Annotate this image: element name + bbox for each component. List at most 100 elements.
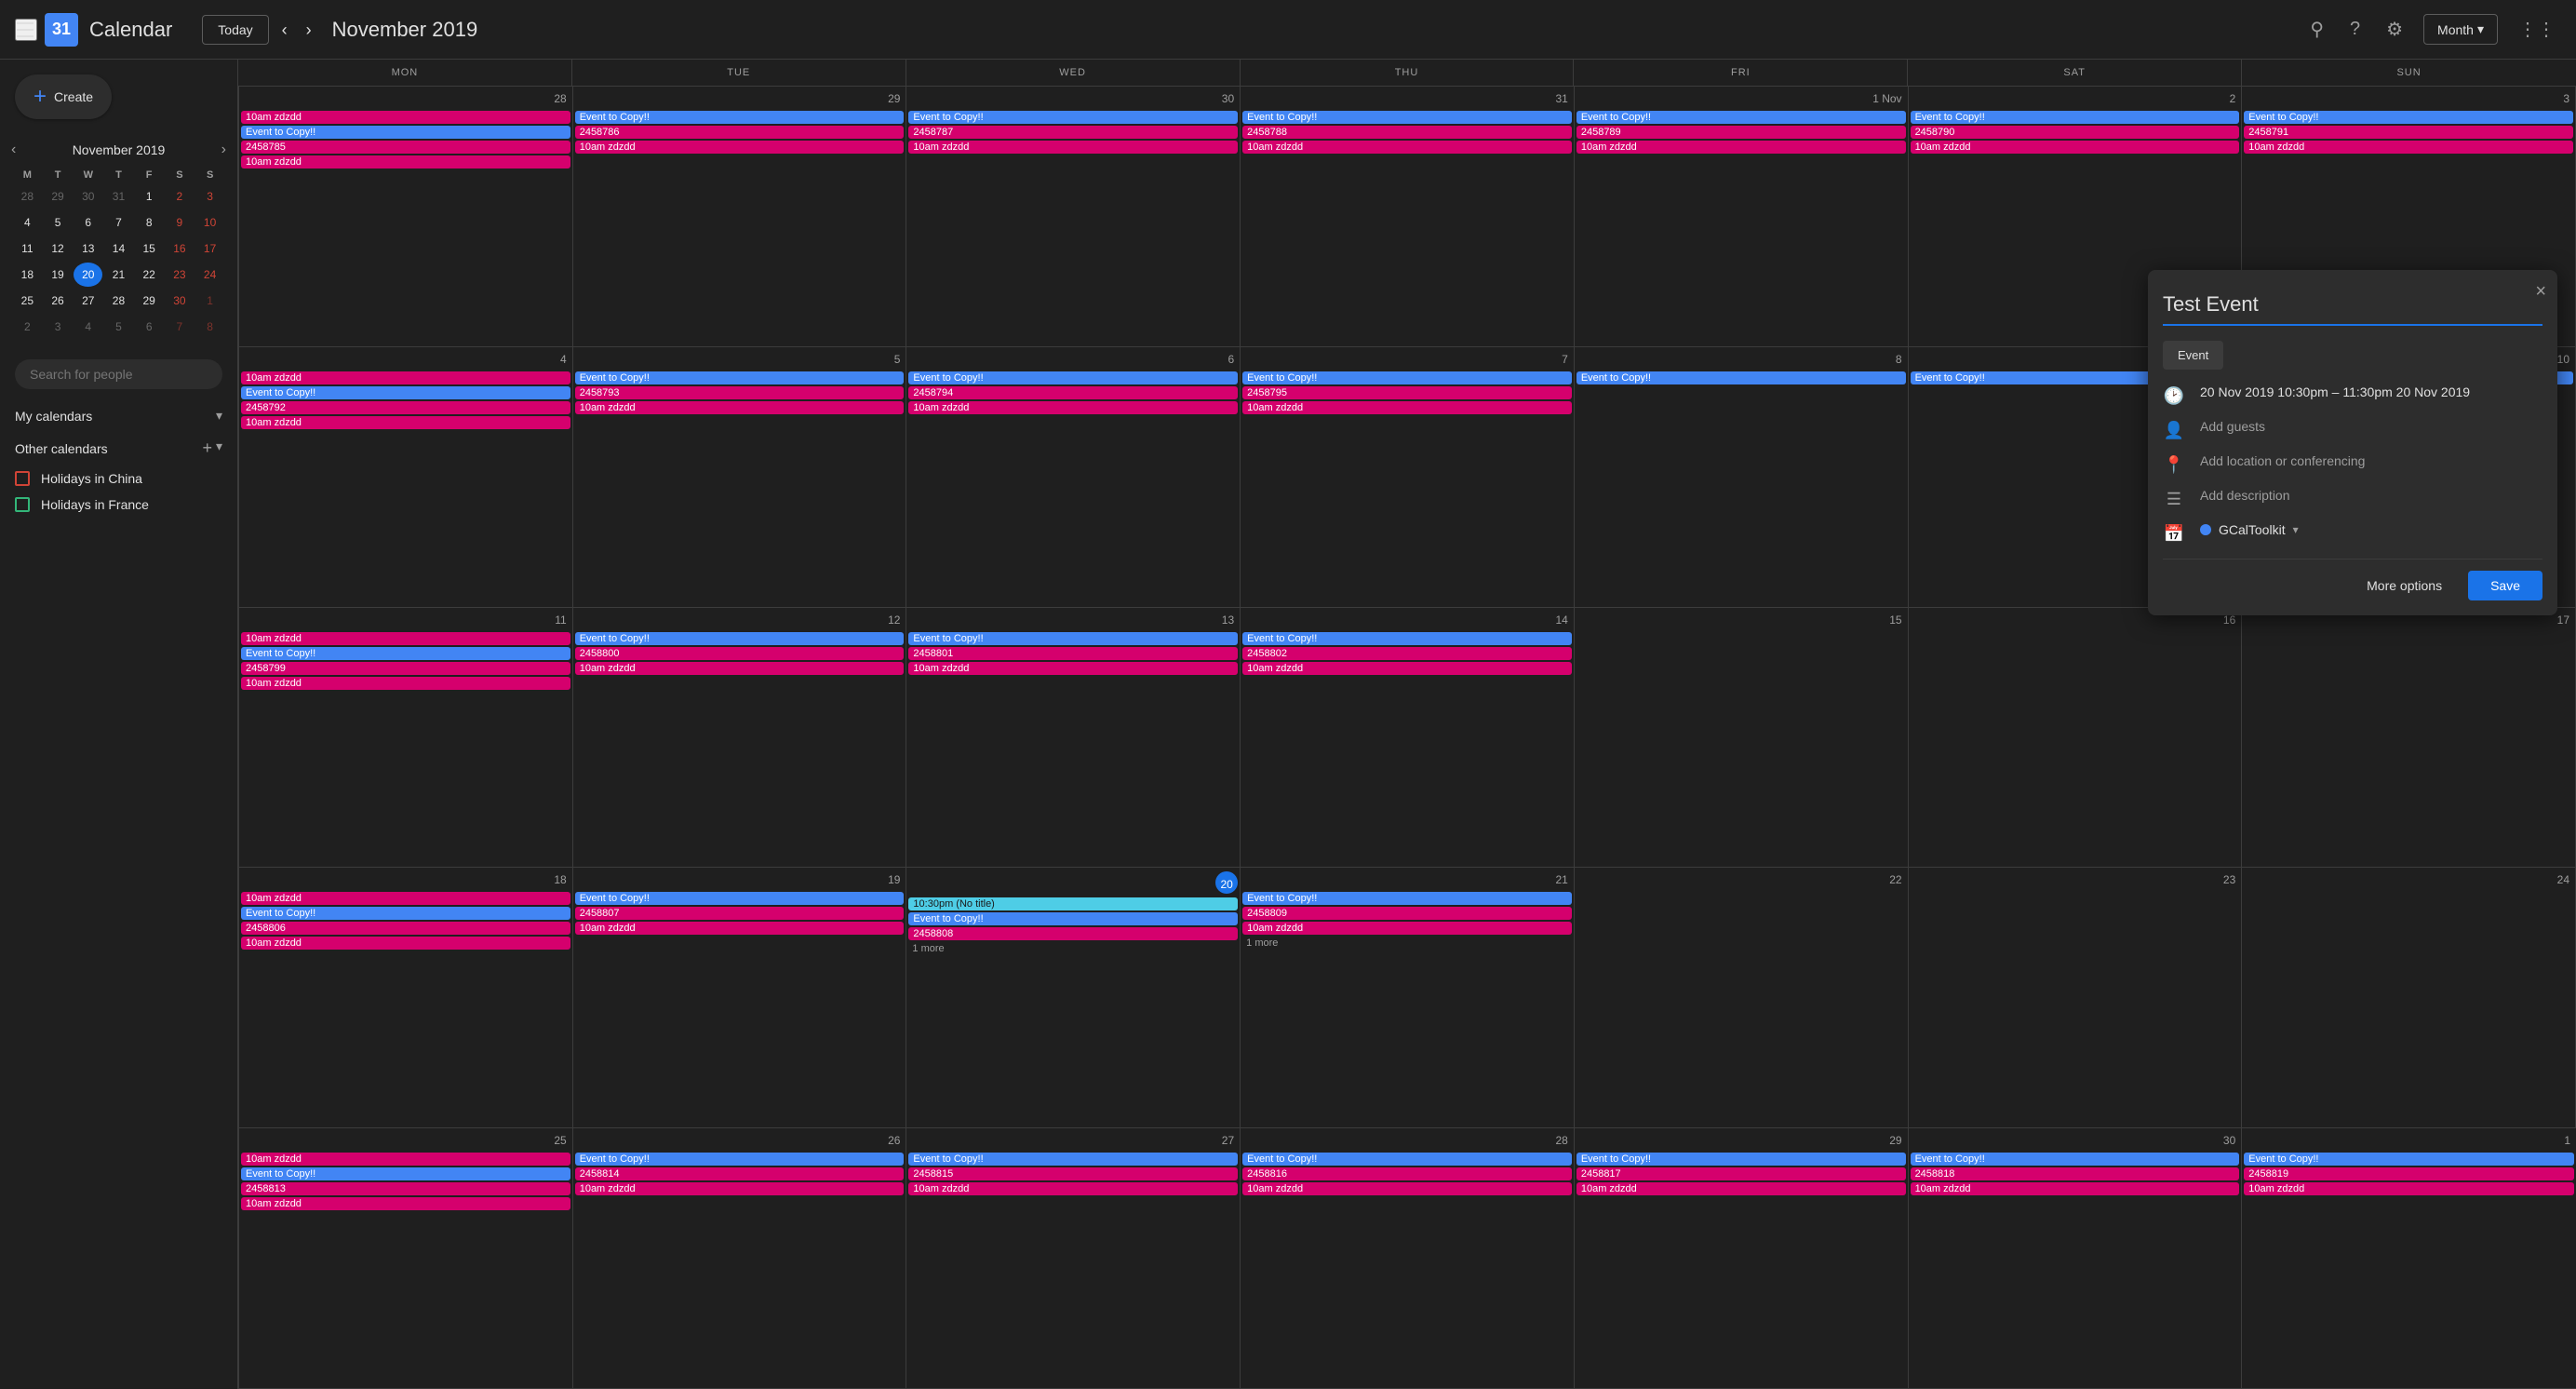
mini-cal-day[interactable]: 3 <box>195 184 224 209</box>
mini-cal-day[interactable]: 18 <box>13 263 42 287</box>
holidays-china-checkbox[interactable] <box>15 471 30 486</box>
mini-cal-day[interactable]: 29 <box>135 289 164 313</box>
day-cell[interactable]: 21Event to Copy!!245880910am zdzdd1 more <box>1241 868 1575 1128</box>
event-pill[interactable]: 2458814 <box>575 1167 905 1180</box>
day-cell[interactable]: 2010:30pm (No title)Event to Copy!!24588… <box>906 868 1241 1128</box>
more-events-link[interactable]: 1 more <box>908 942 1238 955</box>
event-pill[interactable]: Event to Copy!! <box>2244 1153 2574 1166</box>
event-pill[interactable]: 10am zdzdd <box>1242 141 1572 154</box>
mini-cal-day[interactable]: 24 <box>195 263 224 287</box>
other-calendars-section[interactable]: Other calendars + ▾ <box>0 431 237 465</box>
day-cell[interactable]: 14Event to Copy!!245880210am zdzdd <box>1241 608 1575 869</box>
mini-cal-day[interactable]: 17 <box>195 236 224 261</box>
day-cell[interactable]: 17 <box>2242 608 2576 869</box>
mini-cal-day[interactable]: 28 <box>13 184 42 209</box>
event-pill[interactable]: 10am zdzdd <box>1576 141 1906 154</box>
event-pill[interactable]: Event to Copy!! <box>1242 1153 1572 1166</box>
day-cell[interactable]: 1 NovEvent to Copy!!245878910am zdzdd <box>1575 87 1909 347</box>
save-button[interactable]: Save <box>2468 571 2542 600</box>
mini-cal-day[interactable]: 4 <box>13 210 42 235</box>
holidays-china-item[interactable]: Holidays in China <box>0 465 237 492</box>
mini-cal-day[interactable]: 12 <box>44 236 73 261</box>
mini-cal-day[interactable]: 3 <box>44 315 73 339</box>
event-pill[interactable]: Event to Copy!! <box>241 126 570 139</box>
event-type-button[interactable]: Event <box>2163 341 2223 370</box>
day-cell[interactable]: 16 <box>1909 608 2243 869</box>
mini-cal-day[interactable]: 6 <box>135 315 164 339</box>
view-selector[interactable]: Month ▾ <box>2423 14 2498 45</box>
create-button[interactable]: + Create <box>15 74 112 119</box>
event-pill[interactable]: 10am zdzdd <box>1911 141 2240 154</box>
day-cell[interactable]: 1810am zdzddEvent to Copy!!245880610am z… <box>239 868 573 1128</box>
event-pill[interactable]: 2458818 <box>1911 1167 2240 1180</box>
day-cell[interactable]: 23 <box>1909 868 2243 1128</box>
event-title-input[interactable] <box>2163 285 2542 326</box>
event-pill[interactable]: Event to Copy!! <box>1242 371 1572 384</box>
event-pill[interactable]: 10am zdzdd <box>241 677 570 690</box>
day-cell[interactable]: 22 <box>1575 868 1909 1128</box>
day-cell[interactable]: 31Event to Copy!!245878810am zdzdd <box>1241 87 1575 347</box>
prev-month-button[interactable]: ‹ <box>276 16 293 44</box>
event-pill[interactable]: 10am zdzdd <box>1242 662 1572 675</box>
add-description-placeholder[interactable]: Add description <box>2200 488 2290 503</box>
mini-prev-button[interactable]: ‹ <box>11 142 16 158</box>
event-pill[interactable]: Event to Copy!! <box>1576 1153 1906 1166</box>
event-pill[interactable]: 10am zdzdd <box>241 111 570 124</box>
more-events-link[interactable]: 1 more <box>1242 937 1572 950</box>
day-cell[interactable]: 7Event to Copy!!245879510am zdzdd <box>1241 347 1575 608</box>
event-pill[interactable]: 2458786 <box>575 126 905 139</box>
mini-cal-day[interactable]: 5 <box>104 315 133 339</box>
my-calendars-section[interactable]: My calendars ▾ <box>0 400 237 431</box>
mini-cal-day[interactable]: 13 <box>74 236 102 261</box>
event-pill[interactable]: 10am zdzdd <box>241 1197 570 1210</box>
mini-cal-day[interactable]: 29 <box>44 184 73 209</box>
search-people-input[interactable] <box>15 359 222 389</box>
day-cell[interactable]: 410am zdzddEvent to Copy!!245879210am zd… <box>239 347 573 608</box>
day-cell[interactable]: 12Event to Copy!!245880010am zdzdd <box>573 608 907 869</box>
event-pill[interactable]: 10am zdzdd <box>575 922 905 935</box>
add-location-placeholder[interactable]: Add location or conferencing <box>2200 453 2365 468</box>
event-pill[interactable]: 10am zdzdd <box>241 155 570 169</box>
help-button[interactable]: ? <box>2344 13 2366 46</box>
event-pill[interactable]: 10am zdzdd <box>1242 1182 1572 1195</box>
settings-button[interactable]: ⚙ <box>2381 12 2408 47</box>
apps-button[interactable]: ⋮⋮ <box>2513 12 2561 47</box>
mini-cal-day[interactable]: 14 <box>104 236 133 261</box>
event-pill[interactable]: Event to Copy!! <box>575 111 905 124</box>
popup-datetime[interactable]: 20 Nov 2019 10:30pm – 11:30pm 20 Nov 201… <box>2200 384 2470 399</box>
event-pill[interactable]: 2458788 <box>1242 126 1572 139</box>
event-pill[interactable]: 2458816 <box>1242 1167 1572 1180</box>
event-pill[interactable]: Event to Copy!! <box>908 632 1238 645</box>
mini-cal-day[interactable]: 30 <box>166 289 195 313</box>
event-pill[interactable]: Event to Copy!! <box>1242 111 1572 124</box>
mini-next-button[interactable]: › <box>221 142 226 158</box>
event-pill[interactable]: 10am zdzdd <box>2244 1182 2574 1195</box>
event-pill[interactable]: 10am zdzdd <box>1242 401 1572 414</box>
event-pill[interactable]: 2458791 <box>2244 126 2573 139</box>
event-pill[interactable]: Event to Copy!! <box>575 371 905 384</box>
mini-cal-day[interactable]: 7 <box>104 210 133 235</box>
event-pill[interactable]: 2458794 <box>908 386 1238 399</box>
day-cell[interactable]: 8Event to Copy!! <box>1575 347 1909 608</box>
mini-cal-day[interactable]: 10 <box>195 210 224 235</box>
event-pill[interactable]: 2458808 <box>908 927 1238 940</box>
event-pill[interactable]: 2458817 <box>1576 1167 1906 1180</box>
mini-cal-day[interactable]: 15 <box>135 236 164 261</box>
mini-cal-day[interactable]: 23 <box>166 263 195 287</box>
mini-cal-day[interactable]: 5 <box>44 210 73 235</box>
hamburger-menu[interactable] <box>15 19 37 41</box>
day-cell[interactable]: 24 <box>2242 868 2576 1128</box>
popup-close-button[interactable]: × <box>2535 281 2546 303</box>
mini-cal-day[interactable]: 2 <box>166 184 195 209</box>
calendar-selector[interactable]: GCalToolkit ▾ <box>2200 522 2299 537</box>
event-pill[interactable]: 10am zdzdd <box>908 662 1238 675</box>
event-pill[interactable]: Event to Copy!! <box>1242 892 1572 905</box>
event-pill[interactable]: 2458802 <box>1242 647 1572 660</box>
mini-cal-day[interactable]: 8 <box>195 315 224 339</box>
event-pill[interactable]: Event to Copy!! <box>575 1153 905 1166</box>
holidays-france-checkbox[interactable] <box>15 497 30 512</box>
event-pill[interactable]: 2458806 <box>241 922 570 935</box>
day-cell[interactable]: 6Event to Copy!!245879410am zdzdd <box>906 347 1241 608</box>
event-pill[interactable]: 10am zdzdd <box>908 141 1238 154</box>
event-pill[interactable]: 2458809 <box>1242 907 1572 920</box>
